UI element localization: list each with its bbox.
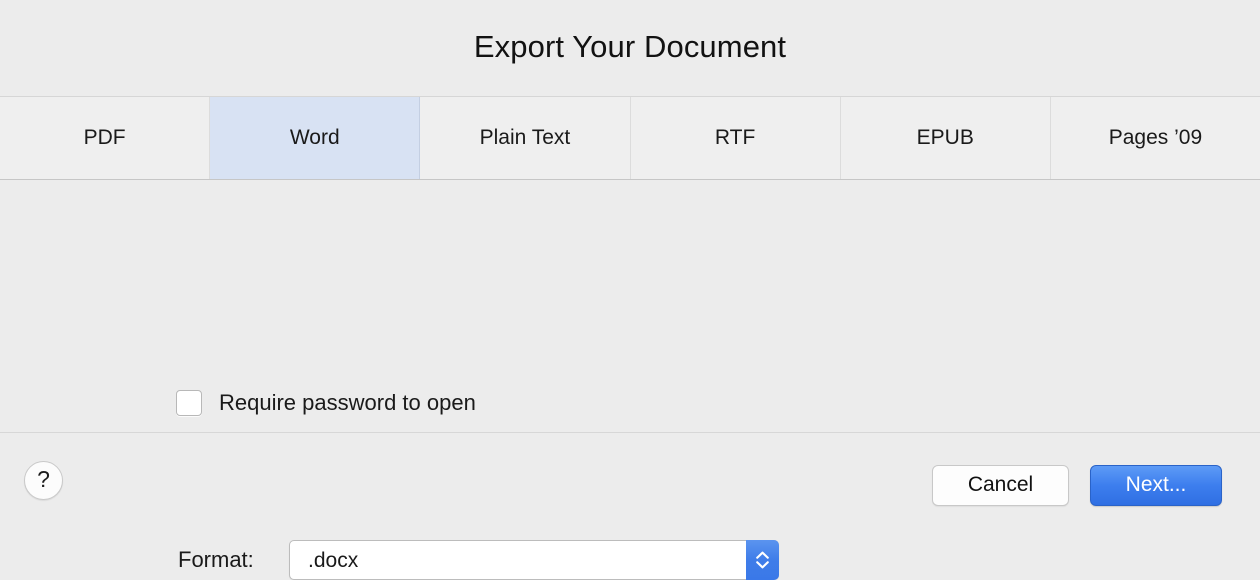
next-button-label: Next... — [1125, 473, 1187, 496]
tab-pdf[interactable]: PDF — [0, 97, 211, 179]
export-options-panel: Require password to open Advanced Option… — [0, 180, 1260, 580]
question-mark-icon: ? — [37, 465, 50, 492]
dialog-footer: ? Cancel Next... — [0, 432, 1260, 530]
tab-label: Pages ’09 — [1108, 125, 1203, 149]
dialog-titlebar: Export Your Document — [0, 0, 1260, 96]
tab-label: Plain Text — [479, 125, 571, 149]
tab-label: RTF — [714, 125, 756, 149]
tab-plain-text[interactable]: Plain Text — [420, 97, 631, 179]
require-password-label: Require password to open — [219, 390, 476, 415]
tab-label: Word — [289, 125, 340, 149]
tab-label: EPUB — [916, 125, 974, 149]
tab-pages-09[interactable]: Pages ’09 — [1050, 97, 1260, 179]
format-value: .docx — [308, 548, 359, 572]
footer-actions: Cancel Next... — [932, 465, 1222, 506]
help-button[interactable]: ? — [24, 461, 63, 500]
format-row: Format: .docx — [178, 540, 779, 580]
format-popup-button[interactable]: .docx — [289, 540, 779, 580]
tab-rtf[interactable]: RTF — [630, 97, 841, 179]
cancel-button-label: Cancel — [967, 473, 1034, 496]
export-format-tabbar: PDF Word Plain Text RTF EPUB Pages ’09 — [0, 96, 1260, 180]
chevron-up-down-icon[interactable] — [746, 540, 779, 580]
tab-label: PDF — [83, 125, 126, 149]
format-label: Format: — [178, 547, 254, 572]
tab-word[interactable]: Word — [210, 97, 421, 179]
next-button[interactable]: Next... — [1090, 465, 1222, 506]
require-password-row[interactable]: Require password to open — [176, 390, 476, 416]
tab-epub[interactable]: EPUB — [840, 97, 1051, 179]
require-password-checkbox[interactable] — [176, 390, 202, 416]
page-title: Export Your Document — [473, 28, 787, 64]
cancel-button[interactable]: Cancel — [932, 465, 1069, 506]
